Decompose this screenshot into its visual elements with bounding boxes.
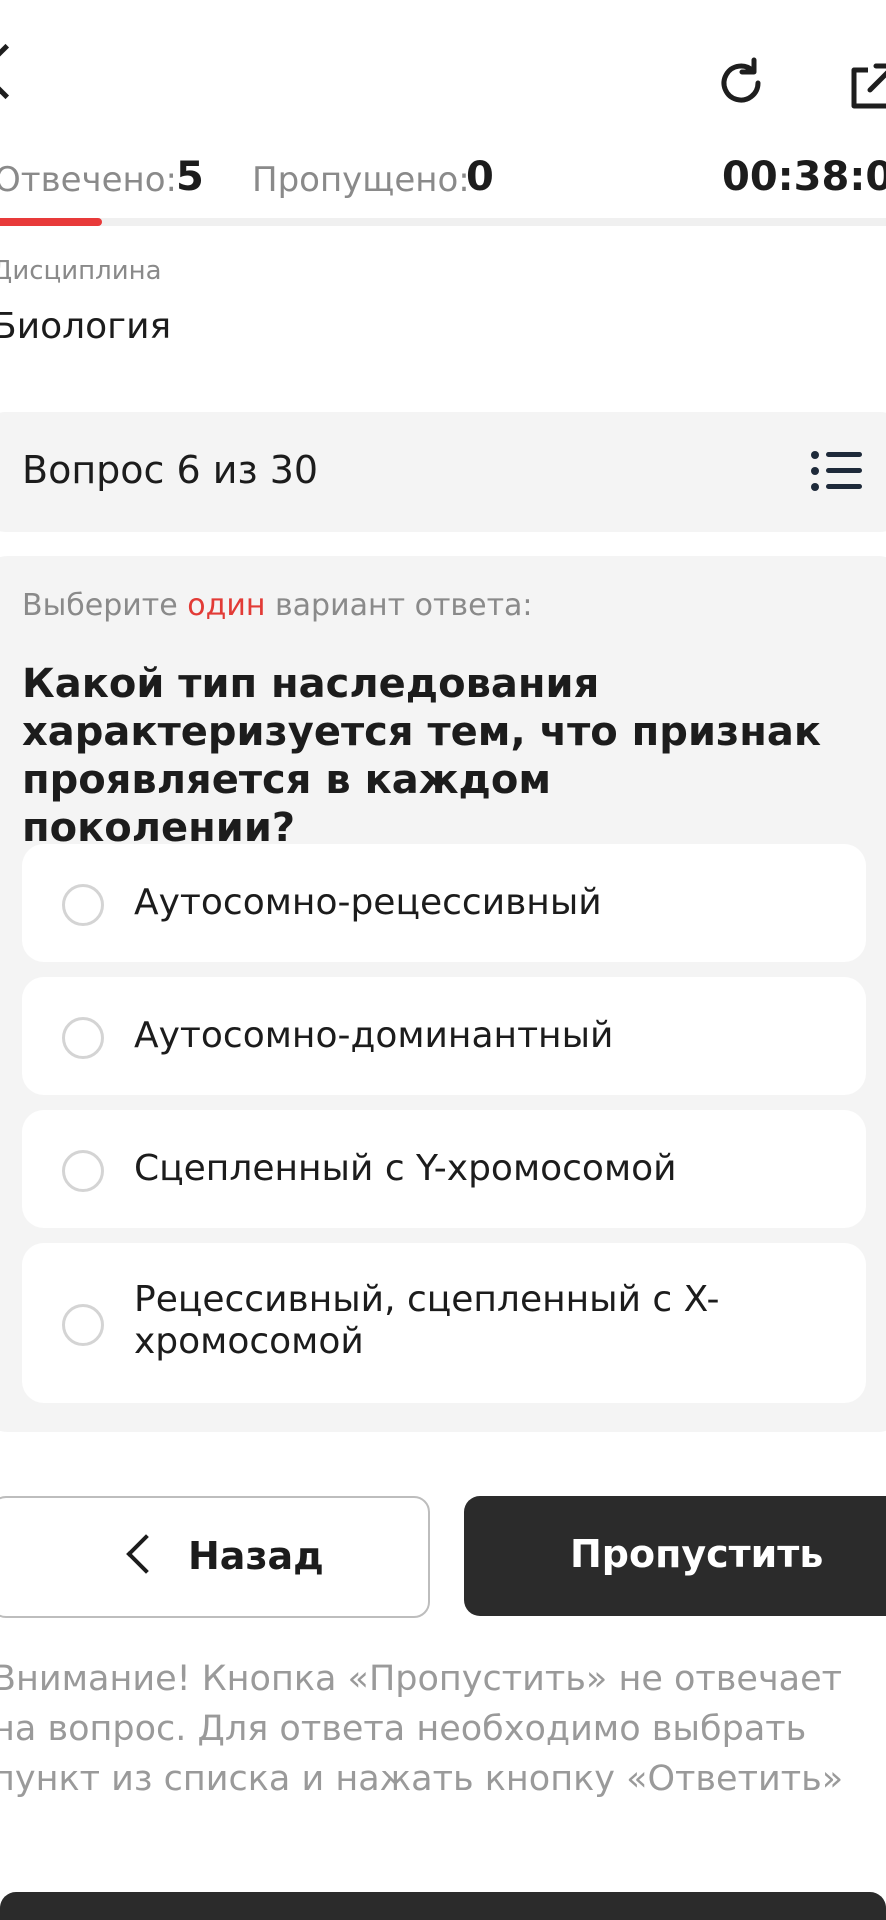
discipline-value: Биология — [0, 306, 172, 347]
skip-button-label: Пропустить — [570, 1532, 824, 1576]
list-icon[interactable] — [810, 450, 864, 492]
instruction-accent: один — [187, 588, 266, 623]
answered-label: Отвечено: — [0, 160, 178, 200]
answer-option[interactable]: Аутосомно-доминантный — [22, 977, 866, 1095]
answer-option[interactable]: Аутосомно-рецессивный — [22, 844, 866, 962]
option-label: Сцепленный с Y-хромосомой — [134, 1148, 677, 1189]
back-button-label: Назад — [188, 1534, 324, 1578]
timer: 00:38:03 — [722, 154, 886, 200]
discipline-label: Дисциплина — [0, 256, 162, 286]
question-number: Вопрос 6 из 30 — [22, 448, 319, 492]
answer-option[interactable]: Рецессивный, сцепленный с X-хромосомой — [22, 1243, 866, 1403]
skipped-label: Пропущено: — [252, 160, 470, 200]
progress-track — [0, 218, 886, 226]
notice-text: Внимание! Кнопка «Пропустить» не отвечае… — [0, 1659, 844, 1799]
option-label: Аутосомно-доминантный — [134, 1015, 614, 1056]
radio-button[interactable] — [62, 1150, 104, 1192]
instruction: Выберите один вариант ответа: — [22, 588, 533, 623]
radio-button[interactable] — [62, 1017, 104, 1059]
external-link-icon[interactable] — [846, 60, 886, 114]
bottom-bar[interactable] — [0, 1892, 886, 1920]
answer-option[interactable]: Сцепленный с Y-хромосомой — [22, 1110, 866, 1228]
answered-count: 5 — [176, 154, 204, 200]
reload-icon[interactable] — [714, 56, 768, 110]
radio-button[interactable] — [62, 884, 104, 926]
chevron-left-icon — [126, 1534, 166, 1574]
option-label: Аутосомно-рецессивный — [134, 882, 602, 923]
back-button[interactable]: Назад — [0, 1496, 430, 1618]
instruction-suffix: вариант ответа: — [265, 588, 533, 623]
skip-button[interactable]: Пропустить — [464, 1496, 886, 1616]
instruction-prefix: Выберите — [22, 588, 188, 623]
back-chevron-icon[interactable] — [0, 43, 34, 100]
progress-fill — [0, 218, 102, 226]
question-text: Какой тип наследования характеризуется т… — [22, 661, 821, 851]
option-label: Рецессивный, сцепленный с X-хромосомой — [134, 1279, 720, 1362]
radio-button[interactable] — [62, 1304, 104, 1346]
skipped-count: 0 — [466, 154, 494, 200]
